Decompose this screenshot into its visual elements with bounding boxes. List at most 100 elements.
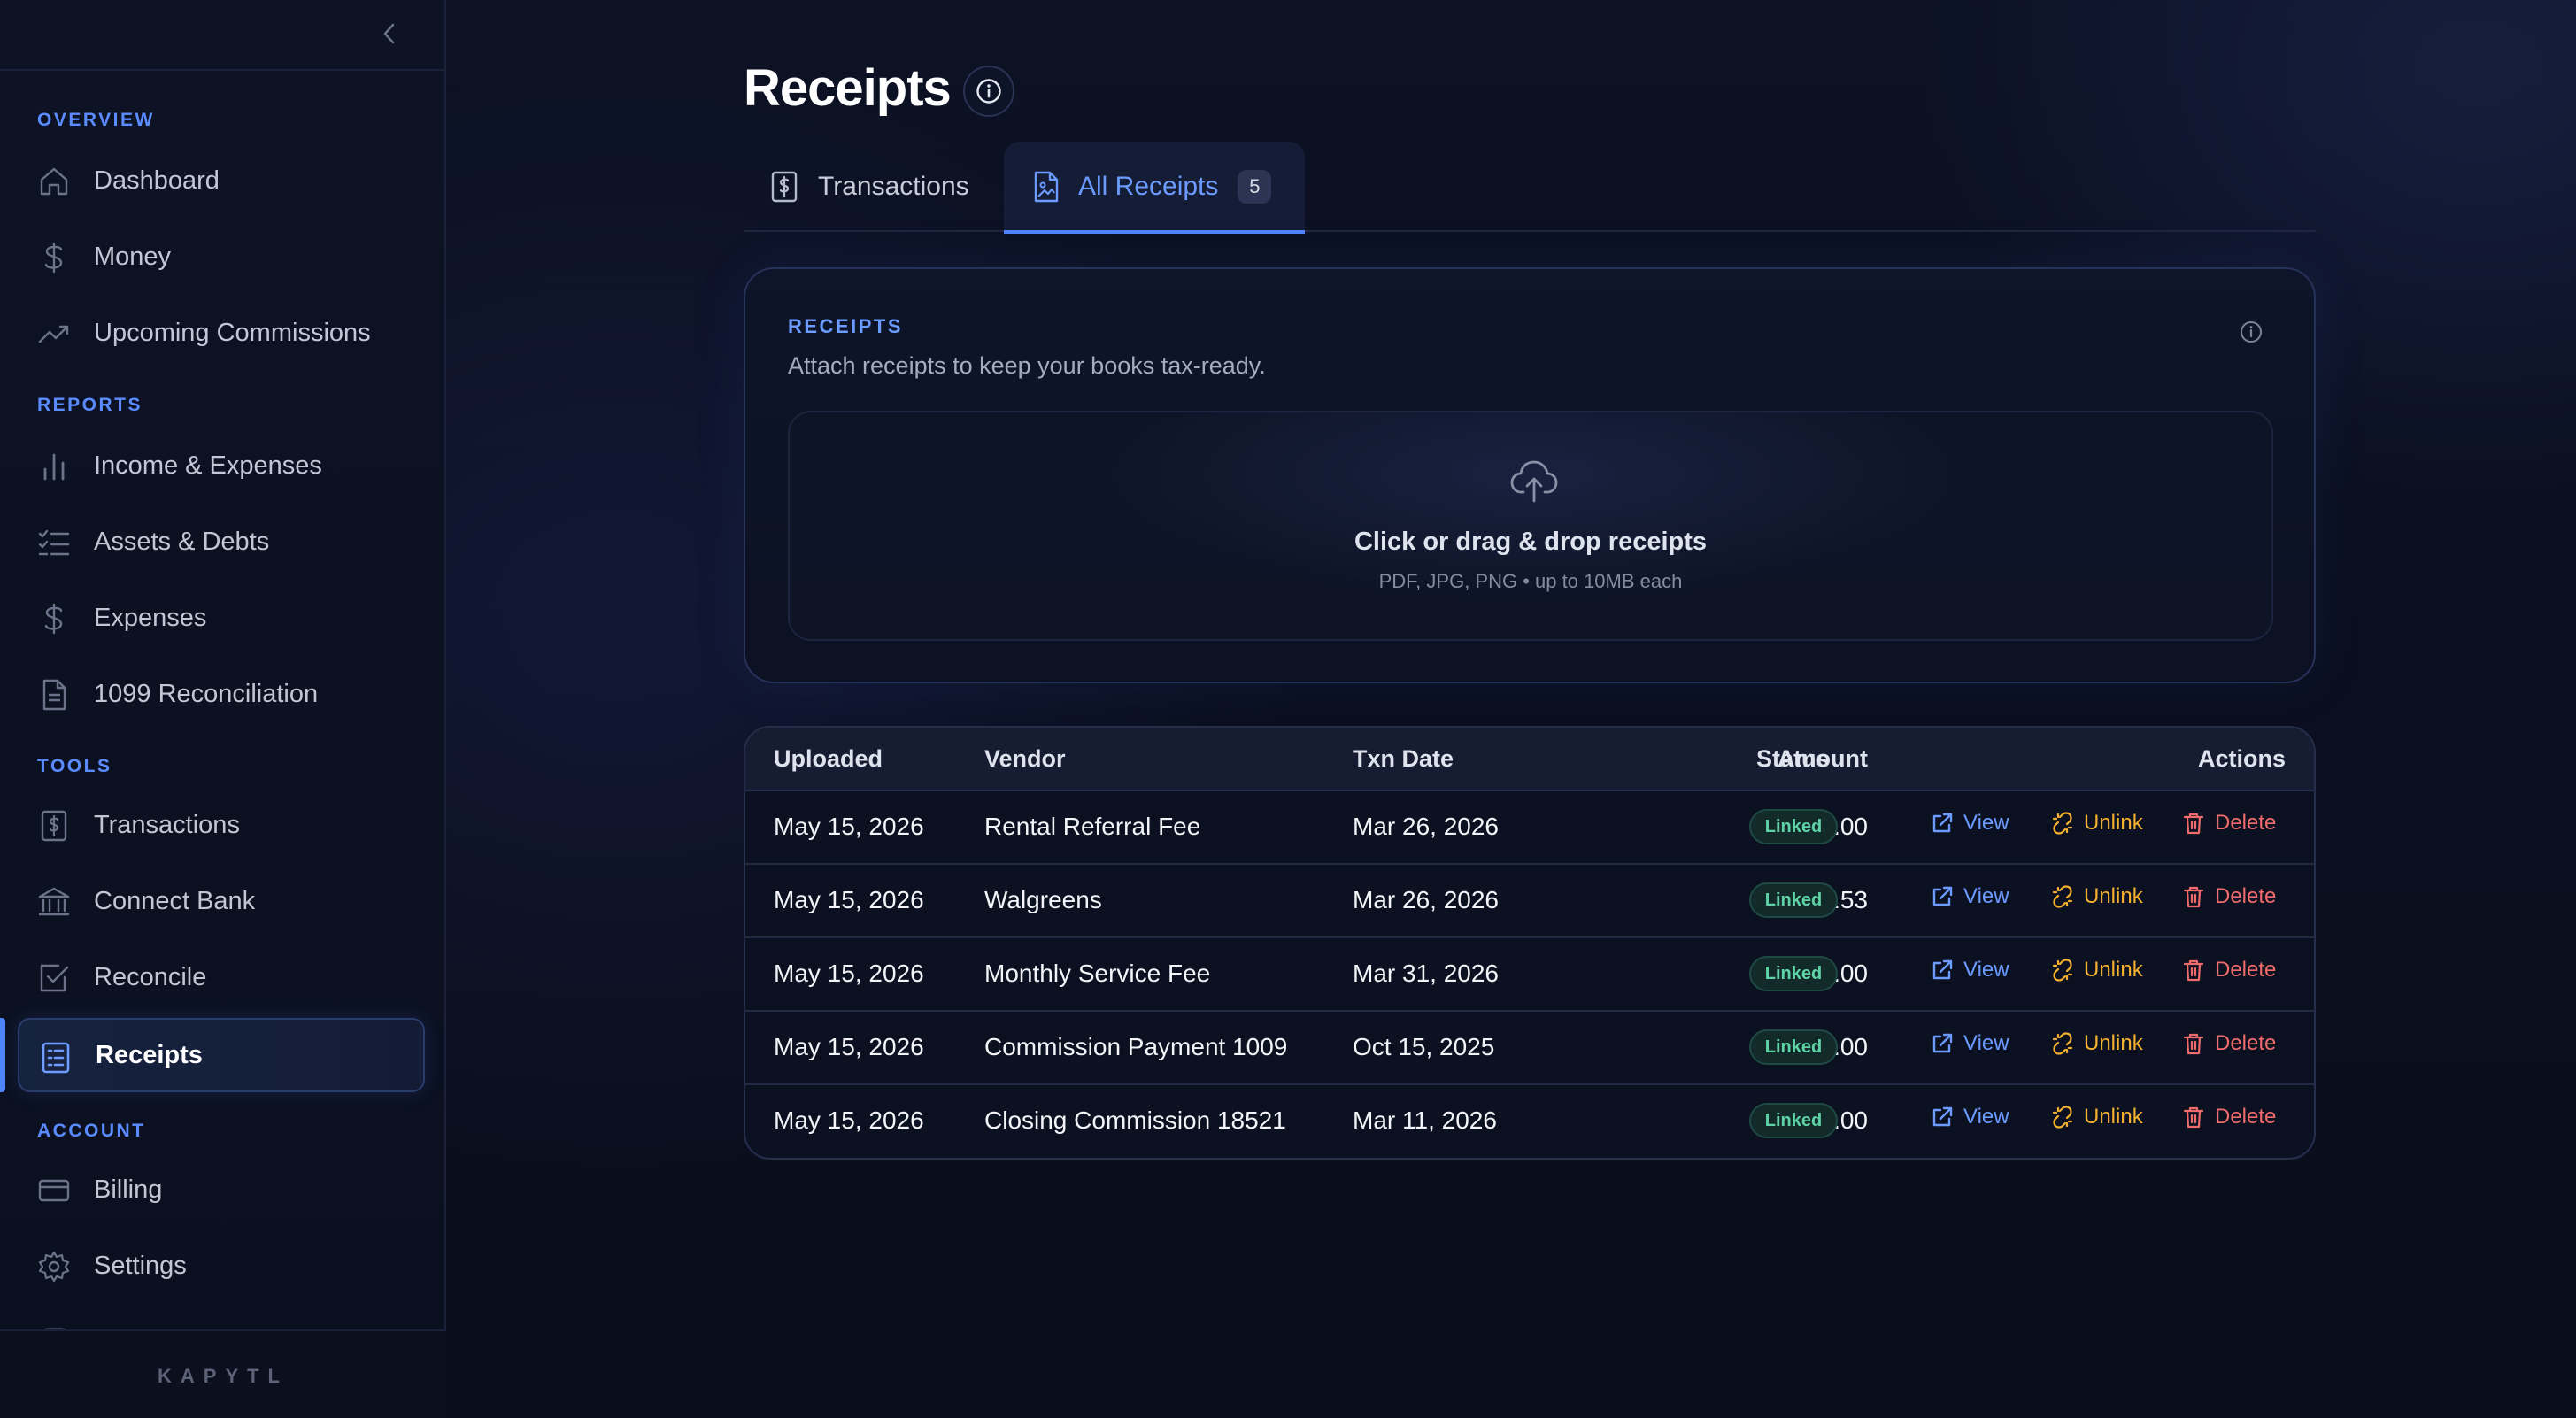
column-header-vendor: Vendor bbox=[984, 745, 1066, 772]
unlink-button[interactable]: Unlink bbox=[2050, 811, 2143, 836]
view-button[interactable]: View bbox=[1930, 811, 2009, 836]
unlink-label: Unlink bbox=[2084, 1031, 2143, 1055]
status-badge: Linked bbox=[1749, 956, 1838, 991]
view-button[interactable]: View bbox=[1930, 1105, 2009, 1129]
table-row: May 15, 2026 Walgreens Mar 26, 2026 -$24… bbox=[745, 865, 2314, 938]
sidebar-item-settings[interactable]: Settings bbox=[18, 1229, 425, 1303]
view-button[interactable]: View bbox=[1930, 958, 2009, 983]
cell-vendor: Closing Commission 18521 bbox=[984, 1106, 1286, 1134]
unlink-icon bbox=[2052, 1106, 2073, 1129]
cell-txn-date: Mar 26, 2026 bbox=[1353, 813, 1499, 840]
info-icon[interactable] bbox=[2238, 319, 2264, 345]
checklist-icon bbox=[38, 529, 70, 556]
dollar-icon bbox=[44, 242, 63, 274]
tab-bar: Transactions All Receipts 5 bbox=[744, 142, 2316, 234]
external-link-icon bbox=[1932, 1033, 1953, 1053]
unlink-icon bbox=[2052, 1032, 2073, 1055]
cell-uploaded: May 15, 2026 bbox=[774, 959, 924, 987]
unlink-icon bbox=[2052, 959, 2073, 982]
column-header-txn-date: Txn Date bbox=[1353, 745, 1454, 772]
delete-label: Delete bbox=[2215, 958, 2277, 982]
section-label-tools: TOOLS bbox=[37, 756, 112, 776]
unlink-button[interactable]: Unlink bbox=[2050, 884, 2143, 909]
sidebar-item-reconcile[interactable]: Reconcile bbox=[18, 940, 425, 1014]
sidebar-item-label: Upcoming Commissions bbox=[94, 318, 371, 347]
upload-card: RECEIPTS Attach receipts to keep your bo… bbox=[744, 267, 2316, 683]
delete-button[interactable]: Delete bbox=[2181, 958, 2276, 983]
column-header-actions: Actions bbox=[2197, 745, 2286, 772]
receipt-dropzone[interactable]: Click or drag & drop receipts PDF, JPG, … bbox=[788, 411, 2273, 641]
active-indicator bbox=[0, 1018, 5, 1092]
view-button[interactable]: View bbox=[1930, 884, 2009, 909]
sidebar-item-money[interactable]: Money bbox=[18, 220, 425, 294]
section-label-account: ACCOUNT bbox=[37, 1121, 146, 1141]
delete-label: Delete bbox=[2215, 811, 2277, 835]
sidebar-item-label: Receipts bbox=[96, 1040, 203, 1069]
page-info-button[interactable] bbox=[963, 66, 1014, 117]
trash-icon bbox=[2183, 813, 2204, 835]
unlink-button[interactable]: Unlink bbox=[2050, 1105, 2143, 1129]
delete-button[interactable]: Delete bbox=[2181, 884, 2276, 909]
sidebar-item-connect-bank[interactable]: Connect Bank bbox=[18, 864, 425, 938]
collapse-sidebar-button[interactable] bbox=[375, 19, 404, 48]
sidebar-item-label: Transactions bbox=[94, 810, 240, 839]
sidebar-item-income-expenses[interactable]: Income & Expenses bbox=[18, 428, 425, 503]
unlink-button[interactable]: Unlink bbox=[2050, 958, 2143, 983]
delete-label: Delete bbox=[2215, 884, 2277, 908]
sidebar-item-assets-debts[interactable]: Assets & Debts bbox=[18, 505, 425, 579]
view-label: View bbox=[1963, 811, 2009, 835]
checkbox-icon bbox=[40, 964, 69, 992]
sidebar-item-label: Billing bbox=[94, 1175, 163, 1204]
dollar-icon bbox=[44, 603, 63, 635]
receipt-dollar-icon bbox=[771, 171, 798, 203]
sidebar-footer: KAPYTL bbox=[0, 1329, 446, 1418]
sidebar-item-label: Dashboard bbox=[94, 166, 220, 195]
sidebar-item-transactions[interactable]: Transactions bbox=[18, 788, 425, 862]
dropzone-subtitle: PDF, JPG, PNG • up to 10MB each bbox=[1378, 570, 1683, 592]
tab-transactions[interactable]: Transactions bbox=[770, 142, 969, 232]
external-link-icon bbox=[1932, 1106, 1953, 1127]
sidebar-item-1099-reconciliation[interactable]: 1099 Reconciliation bbox=[18, 657, 425, 731]
sidebar-item-label: Settings bbox=[94, 1251, 187, 1280]
cell-uploaded: May 15, 2026 bbox=[774, 886, 924, 913]
view-button[interactable]: View bbox=[1930, 1031, 2009, 1056]
unlink-label: Unlink bbox=[2084, 958, 2143, 982]
receipt-icon bbox=[42, 1042, 70, 1074]
gear-icon bbox=[38, 1251, 70, 1283]
count-badge: 5 bbox=[1238, 170, 1272, 204]
sidebar-item-label: Expenses bbox=[94, 603, 207, 632]
cell-vendor: Walgreens bbox=[984, 886, 1102, 913]
sidebar-header bbox=[0, 0, 444, 71]
trash-icon bbox=[2183, 886, 2204, 908]
cell-vendor: Monthly Service Fee bbox=[984, 959, 1211, 987]
sidebar-item-billing[interactable]: Billing bbox=[18, 1152, 425, 1227]
sidebar-item-label: Reconcile bbox=[94, 962, 207, 991]
delete-button[interactable]: Delete bbox=[2181, 1031, 2276, 1056]
status-badge: Linked bbox=[1749, 1029, 1838, 1065]
sidebar-item-dashboard[interactable]: Dashboard bbox=[18, 143, 425, 218]
sidebar-item-expenses[interactable]: Expenses bbox=[18, 581, 425, 655]
unlink-label: Unlink bbox=[2084, 811, 2143, 835]
external-link-icon bbox=[1932, 813, 1953, 833]
sidebar-item-upcoming-commissions[interactable]: Upcoming Commissions bbox=[18, 296, 425, 370]
unlink-button[interactable]: Unlink bbox=[2050, 1031, 2143, 1056]
credit-card-icon bbox=[38, 1179, 70, 1202]
tab-all-receipts[interactable]: All Receipts 5 bbox=[1004, 142, 1305, 234]
brand-logo: KAPYTL bbox=[158, 1365, 289, 1387]
sidebar-item-label: 1099 Reconciliation bbox=[94, 679, 319, 708]
tab-label: All Receipts bbox=[1078, 172, 1219, 201]
unlink-icon bbox=[2052, 812, 2073, 835]
external-link-icon bbox=[1932, 886, 1953, 906]
view-label: View bbox=[1963, 958, 2009, 982]
bank-icon bbox=[38, 887, 70, 916]
delete-button[interactable]: Delete bbox=[2181, 1105, 2276, 1129]
bar-chart-icon bbox=[43, 453, 65, 481]
dropzone-title: Click or drag & drop receipts bbox=[1354, 528, 1708, 556]
delete-button[interactable]: Delete bbox=[2181, 811, 2276, 836]
unlink-label: Unlink bbox=[2084, 884, 2143, 908]
cell-vendor: Commission Payment 1009 bbox=[984, 1033, 1288, 1060]
receipt-dollar-icon bbox=[41, 810, 67, 842]
sidebar-item-receipts[interactable]: Receipts bbox=[18, 1018, 425, 1092]
sidebar: OVERVIEW Dashboard Money Upcoming Commis… bbox=[0, 0, 446, 1418]
card-eyebrow: RECEIPTS bbox=[788, 315, 904, 337]
